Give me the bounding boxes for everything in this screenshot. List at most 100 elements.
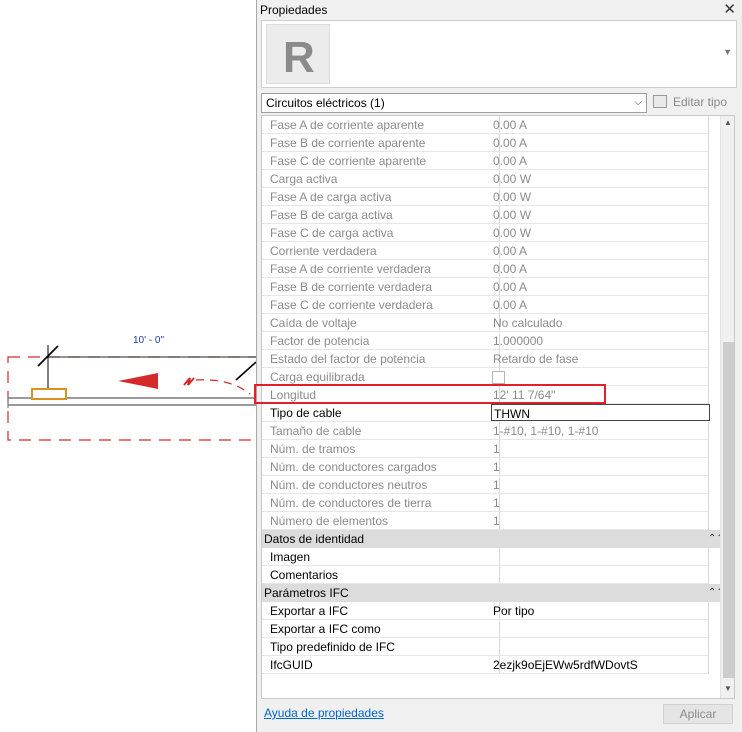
property-label: Fase C de corriente verdadera	[262, 296, 500, 314]
property-label: Imagen	[262, 548, 500, 566]
property-value: 1	[491, 512, 709, 530]
property-value[interactable]: Por tipo	[491, 602, 709, 620]
property-label: Fase A de carga activa	[262, 188, 500, 206]
circuit-drawing[interactable]	[0, 0, 260, 732]
chevron-down-icon[interactable]: ▼	[723, 47, 732, 57]
scroll-down-icon[interactable]: ▼	[724, 684, 732, 693]
property-row[interactable]: Fase B de carga activa 0.00 W	[262, 206, 734, 224]
property-row[interactable]: Fase A de corriente aparente 0.00 A	[262, 116, 734, 134]
property-value: 1	[491, 458, 709, 476]
property-value: 0.00 A	[491, 152, 709, 170]
property-row[interactable]: Estado del factor de potencia Retardo de …	[262, 350, 734, 368]
identity-rows: Imagen Comentarios	[262, 548, 734, 584]
property-row[interactable]: Carga equilibrada	[262, 368, 734, 386]
property-row[interactable]: Fase C de corriente verdadera 0.00 A	[262, 296, 734, 314]
property-value[interactable]	[491, 548, 709, 566]
property-value: 1	[491, 476, 709, 494]
home-run-arrow	[118, 373, 158, 389]
property-label: Tipo de cable	[262, 404, 500, 422]
property-row[interactable]: Longitud 12' 11 7/64"	[262, 386, 734, 404]
property-label: Fase A de corriente aparente	[262, 116, 500, 134]
chevron-down-icon[interactable]: ⌵	[634, 94, 642, 112]
property-row[interactable]: Fase A de carga activa 0.00 W	[262, 188, 734, 206]
property-row[interactable]: Núm. de conductores de tierra 1	[262, 494, 734, 512]
scrollbar-thumb[interactable]	[723, 342, 734, 678]
property-label: IfcGUID	[262, 656, 500, 674]
property-row[interactable]: Tipo de cable THWN	[262, 404, 734, 422]
edit-type-label: Editar tipo	[673, 95, 728, 109]
property-value: 1	[491, 440, 709, 458]
property-label: Fase C de corriente aparente	[262, 152, 500, 170]
filter-value: Circuitos eléctricos (1)	[266, 96, 385, 110]
property-label: Caída de voltaje	[262, 314, 500, 332]
property-value: No calculado	[491, 314, 709, 332]
property-label: Fase B de carga activa	[262, 206, 500, 224]
property-value: 1	[491, 494, 709, 512]
property-label: Núm. de tramos	[262, 440, 500, 458]
property-value: 12' 11 7/64"	[491, 386, 709, 404]
group-header-identity[interactable]: Datos de identidad ⌃⌃	[262, 530, 734, 548]
property-label: Corriente verdadera	[262, 242, 500, 260]
apply-button[interactable]: Aplicar	[663, 704, 733, 724]
property-row[interactable]: Factor de potencia 1.000000	[262, 332, 734, 350]
property-row[interactable]: Corriente verdadera 0.00 A	[262, 242, 734, 260]
property-row[interactable]: Caída de voltaje No calculado	[262, 314, 734, 332]
property-row[interactable]: IfcGUID 2ezjk9oEjEWw5rdfWDovtS	[262, 656, 734, 674]
property-label: Exportar a IFC	[262, 602, 500, 620]
property-row[interactable]: Imagen	[262, 548, 734, 566]
property-value: 0.00 A	[491, 116, 709, 134]
property-value: 0.00 W	[491, 206, 709, 224]
property-row[interactable]: Carga activa 0.00 W	[262, 170, 734, 188]
property-row[interactable]: Fase C de carga activa 0.00 W	[262, 224, 734, 242]
property-row[interactable]: Comentarios	[262, 566, 734, 584]
group-header-ifc[interactable]: Parámetros IFC ⌃⌃	[262, 584, 734, 602]
property-value: 0.00 A	[491, 242, 709, 260]
properties-palette: Propiedades ✕ R ▼ Circuitos eléctricos (…	[256, 0, 742, 732]
property-label: Fase C de carga activa	[262, 224, 500, 242]
property-row[interactable]: Fase B de corriente verdadera 0.00 A	[262, 278, 734, 296]
dimension-tick-right	[235, 361, 257, 381]
property-label: Núm. de conductores de tierra	[262, 494, 500, 512]
property-value: 0.00 W	[491, 224, 709, 242]
edit-type-button[interactable]: Editar tipo	[653, 93, 727, 113]
type-selector[interactable]: R ▼	[261, 20, 737, 88]
property-row[interactable]: Tipo predefinido de IFC	[262, 638, 734, 656]
property-label: Exportar a IFC como	[262, 620, 500, 638]
palette-title: Propiedades	[260, 3, 328, 17]
property-row[interactable]: Núm. de conductores cargados 1	[262, 458, 734, 476]
property-label: Comentarios	[262, 566, 500, 584]
property-value[interactable]	[491, 620, 709, 638]
property-row[interactable]: Fase A de corriente verdadera 0.00 A	[262, 260, 734, 278]
property-label: Carga activa	[262, 170, 500, 188]
property-value[interactable]: 2ezjk9oEjEWw5rdfWDovtS	[491, 656, 709, 674]
property-value[interactable]: THWN	[491, 404, 710, 421]
property-row[interactable]: Exportar a IFC Por tipo	[262, 602, 734, 620]
property-row[interactable]: Fase C de corriente aparente 0.00 A	[262, 152, 734, 170]
property-value: 0.00 A	[491, 296, 709, 314]
instance-filter-select[interactable]: Circuitos eléctricos (1) ⌵	[261, 93, 647, 113]
help-link[interactable]: Ayuda de propiedades	[264, 706, 384, 720]
drawing-canvas[interactable]: 10' - 0"	[0, 0, 260, 732]
property-value[interactable]	[491, 638, 709, 656]
property-row[interactable]: Núm. de tramos 1	[262, 440, 734, 458]
property-value: 0.00 A	[491, 134, 709, 152]
property-value[interactable]	[491, 566, 709, 584]
properties-grid[interactable]: Fase A de corriente aparente 0.00 A Fase B…	[261, 115, 735, 699]
property-label: Longitud	[262, 386, 500, 404]
balanced-load-checkbox[interactable]	[492, 371, 505, 384]
device-symbol	[31, 388, 67, 400]
property-row[interactable]: Exportar a IFC como	[262, 620, 734, 638]
property-row[interactable]: Número de elementos 1	[262, 512, 734, 530]
property-value: 0.00 A	[491, 260, 709, 278]
ifc-rows: Exportar a IFC Por tipo Exportar a IFC com…	[262, 602, 734, 674]
property-row[interactable]: Fase B de corriente aparente 0.00 A	[262, 134, 734, 152]
dimension-text[interactable]: 10' - 0"	[133, 335, 164, 346]
property-row[interactable]: Núm. de conductores neutros 1	[262, 476, 734, 494]
property-label: Fase B de corriente verdadera	[262, 278, 500, 296]
vertical-scrollbar[interactable]: ▲ ▼	[720, 116, 734, 698]
scroll-up-icon[interactable]: ▲	[724, 118, 732, 127]
close-icon[interactable]: ✕	[723, 0, 736, 18]
property-label: Estado del factor de potencia	[262, 350, 500, 368]
property-row[interactable]: Tamaño de cable 1-#10, 1-#10, 1-#10	[262, 422, 734, 440]
property-label: Núm. de conductores cargados	[262, 458, 500, 476]
